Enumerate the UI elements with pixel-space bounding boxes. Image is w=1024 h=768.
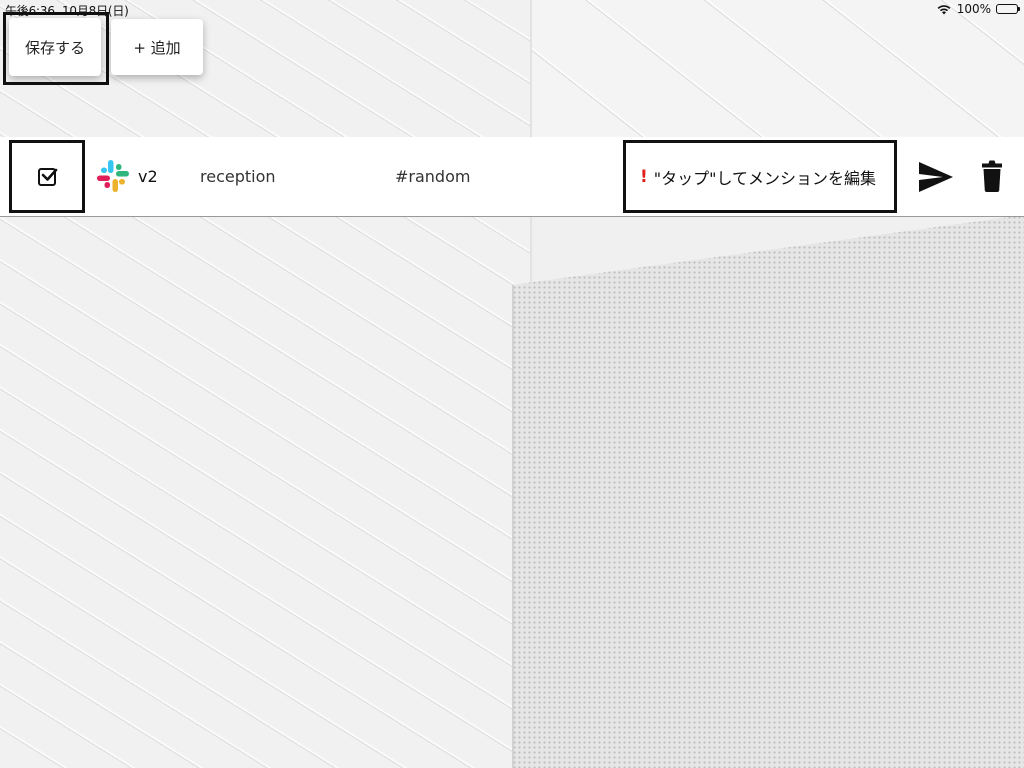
battery-percent: 100% <box>956 2 991 16</box>
checkbox-checked-icon[interactable] <box>38 167 58 186</box>
edit-mention-button[interactable]: ! "タップ"してメンションを編集 <box>623 140 897 213</box>
status-bar: 午後6:36 10月8日(日) 100% <box>0 0 1024 20</box>
bot-version: v2 <box>138 167 158 186</box>
wifi-icon <box>937 5 951 15</box>
wall-edge <box>512 285 514 768</box>
paper-plane-icon[interactable] <box>918 161 954 193</box>
dotted-wall-panel <box>512 215 1024 768</box>
status-right: 100% <box>936 2 1020 16</box>
wall-panel-top <box>530 0 1024 140</box>
save-button[interactable]: 保存する <box>9 18 101 76</box>
exclamation-icon: ! <box>640 166 648 187</box>
channel-name: #random <box>395 167 471 186</box>
add-button[interactable]: + 追加 <box>111 19 203 75</box>
checkbox-highlight[interactable] <box>9 140 85 213</box>
bot-name: reception <box>200 167 276 186</box>
wall-background <box>0 0 1024 768</box>
battery-full-icon <box>996 4 1020 14</box>
trash-icon[interactable] <box>980 159 1004 193</box>
bot-row[interactable]: v2 reception #random ! "タップ"してメンションを編集 <box>0 137 1024 217</box>
slack-logo-icon <box>97 160 129 192</box>
edit-mention-label: "タップ"してメンションを編集 <box>653 168 877 188</box>
